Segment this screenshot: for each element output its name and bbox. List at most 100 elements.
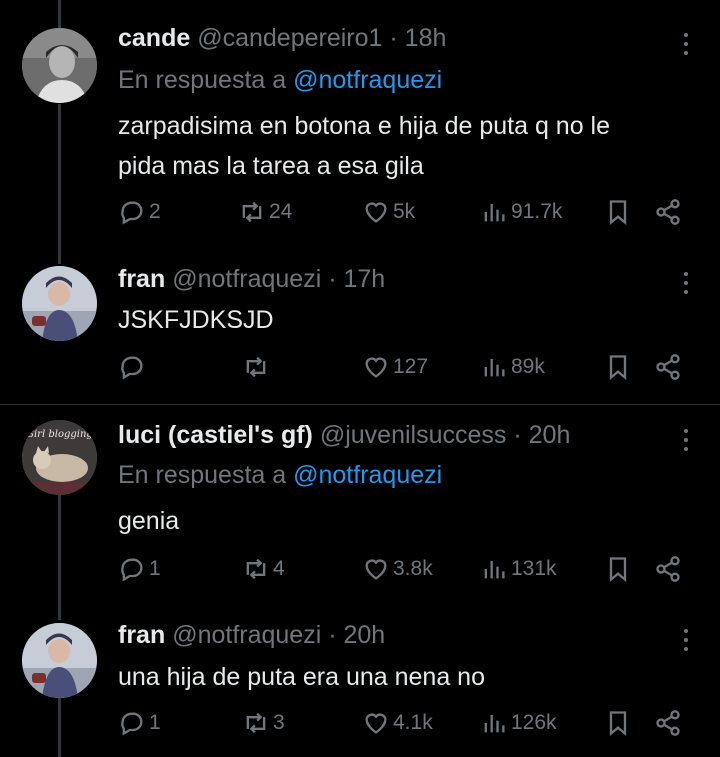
timestamp[interactable]: 18h	[405, 24, 447, 52]
avatar-caption: Girl blogging	[26, 429, 93, 440]
retweet-button[interactable]	[242, 353, 273, 381]
display-name[interactable]: cande	[118, 24, 190, 52]
reply-button[interactable]: 1	[118, 709, 161, 737]
more-icon[interactable]	[682, 272, 690, 299]
share-button[interactable]	[654, 555, 682, 583]
tweet[interactable]: fran @notfraquezi · 20h una hija de puta…	[0, 605, 720, 757]
bookmark-icon	[609, 200, 627, 225]
avatar[interactable]	[22, 623, 97, 698]
tweet-header: fran @notfraquezi · 17h	[118, 265, 660, 294]
share-button[interactable]	[654, 353, 682, 381]
like-button[interactable]: 4.1k	[362, 709, 433, 737]
views-count: 91.7k	[511, 200, 563, 223]
action-bar: 1 3 4.1k 126k	[118, 709, 690, 743]
avatar[interactable]: Girl blogging	[22, 420, 97, 495]
reply-mention[interactable]: @notfraquezi	[293, 66, 442, 94]
reply-count: 1	[149, 557, 161, 580]
action-bar: 127 89k	[118, 353, 690, 387]
like-button[interactable]: 3.8k	[362, 555, 433, 583]
share-button[interactable]	[654, 198, 682, 226]
avatar[interactable]	[22, 266, 97, 341]
retweet-button[interactable]: 4	[242, 555, 285, 583]
handle[interactable]: @candepereiro1	[197, 24, 382, 52]
reply-icon	[121, 712, 143, 736]
views-button[interactable]: 89k	[480, 353, 545, 381]
retweet-icon	[246, 356, 266, 378]
timestamp[interactable]: 17h	[344, 265, 386, 293]
like-button[interactable]: 127	[362, 353, 428, 381]
separator: ·	[328, 621, 337, 649]
timestamp[interactable]: 20h	[344, 621, 386, 649]
like-icon	[365, 559, 387, 580]
separator: ·	[513, 421, 522, 449]
like-icon	[365, 713, 387, 734]
tweet[interactable]: fran @notfraquezi · 17h JSKFJDKSJD 127 8…	[0, 250, 720, 402]
like-count: 5k	[393, 200, 416, 223]
views-button[interactable]: 126k	[480, 709, 557, 737]
timestamp[interactable]: 20h	[529, 421, 571, 449]
more-icon[interactable]	[682, 629, 690, 656]
views-count: 89k	[511, 355, 545, 378]
views-button[interactable]: 131k	[480, 555, 557, 583]
tweet-text: una hija de puta era una nena no	[118, 657, 690, 697]
tweet-text-line: pida mas la tarea a esa gila	[118, 152, 424, 180]
tweet-text-line: zarpadisima en botona e hija de puta q n…	[118, 112, 611, 140]
reply-context: En respuesta a @notfraquezi	[118, 461, 442, 490]
retweet-count: 24	[269, 200, 293, 223]
reply-button[interactable]: 1	[118, 555, 161, 583]
reply-count: 1	[149, 711, 161, 734]
share-icon	[656, 199, 680, 225]
like-count: 4.1k	[393, 711, 433, 734]
more-icon[interactable]	[682, 33, 690, 60]
handle[interactable]: @notfraquezi	[172, 265, 321, 293]
reply-icon	[121, 201, 143, 225]
reply-mention[interactable]: @notfraquezi	[293, 461, 442, 489]
retweet-button[interactable]: 24	[238, 198, 292, 226]
views-icon	[484, 358, 505, 377]
views-icon	[484, 203, 505, 222]
display-name[interactable]: fran	[118, 265, 165, 293]
handle[interactable]: @notfraquezi	[172, 621, 321, 649]
avatar[interactable]	[22, 28, 97, 103]
retweet-icon	[246, 712, 266, 734]
bookmark-icon	[609, 711, 627, 736]
tweet[interactable]: Girl blogging luci (castiel's gf) @juven…	[0, 405, 720, 605]
tweet-text-line: genia	[118, 507, 180, 535]
reply-icon	[121, 558, 143, 582]
tweet[interactable]: cande @candepereiro1 · 18h En respuesta …	[0, 0, 720, 250]
tweet-header: fran @notfraquezi · 20h	[118, 621, 660, 650]
bookmark-button[interactable]	[604, 709, 632, 737]
retweet-count: 4	[273, 557, 285, 580]
retweet-count: 3	[273, 711, 285, 734]
tweet-header: cande @candepereiro1 · 18h	[118, 24, 660, 53]
handle[interactable]: @juvenilsuccess	[320, 421, 507, 449]
tweet-text: genia	[118, 501, 690, 541]
bookmark-icon	[609, 557, 627, 582]
separator: ·	[389, 24, 398, 52]
reply-icon	[121, 356, 143, 380]
views-icon	[484, 714, 505, 733]
more-icon[interactable]	[682, 429, 690, 456]
share-button[interactable]	[654, 709, 682, 737]
share-icon	[656, 354, 680, 380]
action-bar: 1 4 3.8k 131k	[118, 555, 690, 589]
tweet-text-line: JSKFJDKSJD	[118, 306, 274, 334]
share-icon	[656, 710, 680, 736]
bookmark-button[interactable]	[604, 198, 632, 226]
reply-button[interactable]	[118, 353, 149, 381]
bookmark-button[interactable]	[604, 555, 632, 583]
like-button[interactable]: 5k	[362, 198, 415, 226]
retweet-icon	[242, 201, 262, 223]
display-name[interactable]: fran	[118, 621, 165, 649]
display-name[interactable]: luci (castiel's gf)	[118, 421, 313, 449]
action-bar: 2 24 5k 91.7k	[118, 198, 690, 232]
bookmark-button[interactable]	[604, 353, 632, 381]
views-button[interactable]: 91.7k	[480, 198, 562, 226]
bookmark-icon	[609, 355, 627, 380]
reply-count: 2	[149, 200, 161, 223]
share-icon	[656, 556, 680, 582]
reply-prefix: En respuesta a	[118, 461, 287, 489]
views-count: 126k	[511, 711, 557, 734]
retweet-button[interactable]: 3	[242, 709, 285, 737]
reply-button[interactable]: 2	[118, 198, 161, 226]
